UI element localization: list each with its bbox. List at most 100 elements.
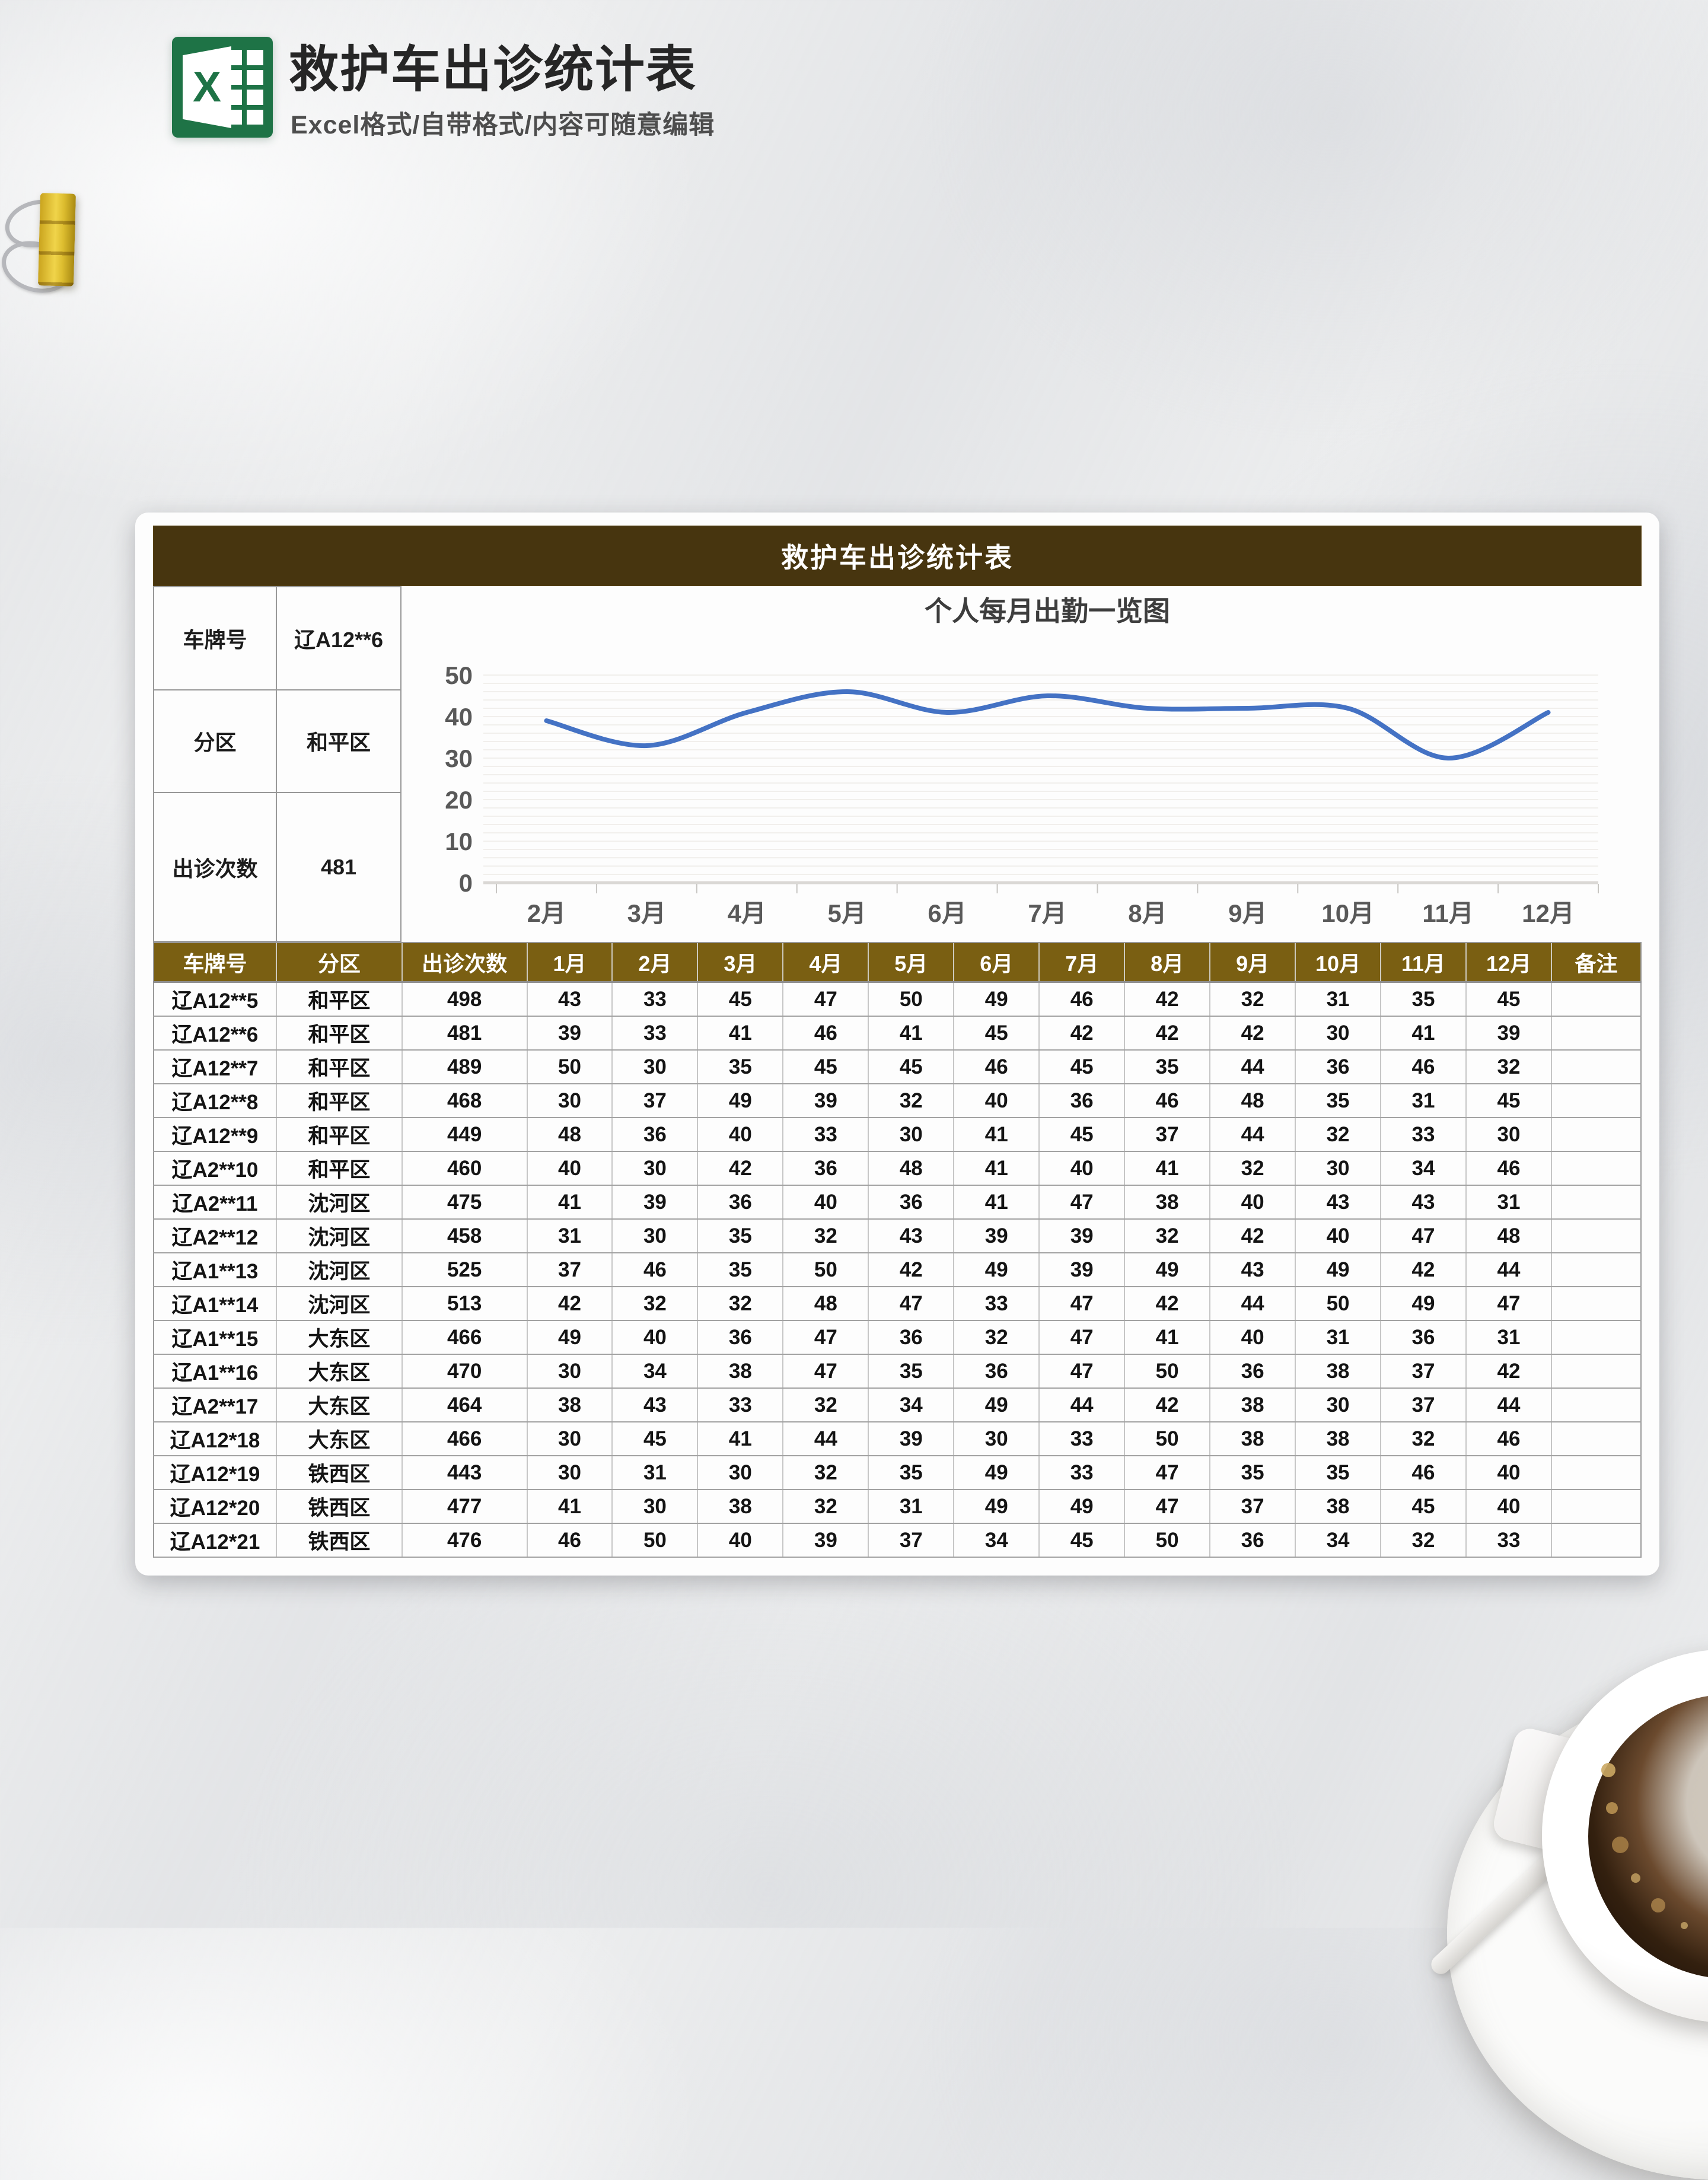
cell-month-value[interactable]: 35	[868, 1354, 954, 1388]
cell-month-value[interactable]: 50	[783, 1253, 868, 1287]
cell-month-value[interactable]: 37	[1381, 1388, 1466, 1422]
cell-note[interactable]	[1551, 1287, 1641, 1320]
cell-plate[interactable]: 辽A12*20	[154, 1490, 276, 1523]
cell-month-value[interactable]: 47	[783, 982, 868, 1017]
cell-month-value[interactable]: 45	[1039, 1050, 1124, 1084]
cell-month-value[interactable]: 30	[954, 1422, 1039, 1456]
cell-month-value[interactable]: 46	[954, 1050, 1039, 1084]
cell-month-value[interactable]: 35	[1210, 1456, 1295, 1490]
cell-month-value[interactable]: 31	[868, 1490, 954, 1523]
cell-district[interactable]: 和平区	[276, 1084, 402, 1118]
cell-month-value[interactable]: 43	[1210, 1253, 1295, 1287]
cell-month-value[interactable]: 46	[1039, 982, 1124, 1017]
cell-month-value[interactable]: 30	[527, 1354, 613, 1388]
cell-note[interactable]	[1551, 1151, 1641, 1185]
cell-total[interactable]: 449	[402, 1118, 527, 1151]
cell-district[interactable]: 大东区	[276, 1354, 402, 1388]
cell-month-value[interactable]: 34	[954, 1523, 1039, 1557]
cell-month-value[interactable]: 44	[1039, 1388, 1124, 1422]
cell-month-value[interactable]: 33	[954, 1287, 1039, 1320]
cell-month-value[interactable]: 32	[783, 1388, 868, 1422]
cell-month-value[interactable]: 31	[612, 1456, 697, 1490]
cell-month-value[interactable]: 42	[1124, 982, 1210, 1017]
cell-plate[interactable]: 辽A12*18	[154, 1422, 276, 1456]
cell-month-value[interactable]: 41	[868, 1016, 954, 1050]
cell-month-value[interactable]: 39	[1039, 1253, 1124, 1287]
cell-month-value[interactable]: 39	[954, 1219, 1039, 1253]
cell-month-value[interactable]: 35	[697, 1050, 783, 1084]
cell-month-value[interactable]: 34	[1381, 1151, 1466, 1185]
cell-month-value[interactable]: 30	[1295, 1151, 1381, 1185]
cell-month-value[interactable]: 49	[954, 1388, 1039, 1422]
cell-month-value[interactable]: 31	[1381, 1084, 1466, 1118]
cell-total[interactable]: 443	[402, 1456, 527, 1490]
cell-total[interactable]: 475	[402, 1185, 527, 1219]
cell-month-value[interactable]: 38	[697, 1354, 783, 1388]
cell-month-value[interactable]: 48	[1210, 1084, 1295, 1118]
cell-month-value[interactable]: 45	[1039, 1523, 1124, 1557]
cell-month-value[interactable]: 40	[527, 1151, 613, 1185]
cell-month-value[interactable]: 49	[954, 1490, 1039, 1523]
cell-district[interactable]: 沈河区	[276, 1253, 402, 1287]
cell-month-value[interactable]: 37	[1381, 1354, 1466, 1388]
cell-month-value[interactable]: 32	[1210, 1151, 1295, 1185]
cell-month-value[interactable]: 44	[783, 1422, 868, 1456]
cell-total[interactable]: 470	[402, 1354, 527, 1388]
cell-month-value[interactable]: 41	[527, 1185, 613, 1219]
cell-month-value[interactable]: 40	[697, 1118, 783, 1151]
cell-month-value[interactable]: 40	[783, 1185, 868, 1219]
cell-month-value[interactable]: 47	[1124, 1490, 1210, 1523]
cell-month-value[interactable]: 45	[1381, 1490, 1466, 1523]
cell-month-value[interactable]: 49	[1124, 1253, 1210, 1287]
info-value[interactable]: 辽A12**6	[277, 587, 401, 689]
cell-month-value[interactable]: 33	[1381, 1118, 1466, 1151]
cell-month-value[interactable]: 32	[954, 1320, 1039, 1354]
cell-month-value[interactable]: 49	[697, 1084, 783, 1118]
cell-month-value[interactable]: 30	[1466, 1118, 1551, 1151]
cell-month-value[interactable]: 48	[1466, 1219, 1551, 1253]
cell-month-value[interactable]: 39	[612, 1185, 697, 1219]
cell-month-value[interactable]: 30	[612, 1219, 697, 1253]
cell-total[interactable]: 513	[402, 1287, 527, 1320]
cell-plate[interactable]: 辽A1**13	[154, 1253, 276, 1287]
cell-note[interactable]	[1551, 1320, 1641, 1354]
cell-month-value[interactable]: 35	[1381, 982, 1466, 1017]
cell-month-value[interactable]: 33	[612, 982, 697, 1017]
cell-month-value[interactable]: 36	[1295, 1050, 1381, 1084]
cell-month-value[interactable]: 31	[1295, 1320, 1381, 1354]
cell-note[interactable]	[1551, 1185, 1641, 1219]
cell-note[interactable]	[1551, 1253, 1641, 1287]
cell-month-value[interactable]: 40	[1039, 1151, 1124, 1185]
cell-month-value[interactable]: 33	[697, 1388, 783, 1422]
cell-total[interactable]: 489	[402, 1050, 527, 1084]
cell-month-value[interactable]: 41	[527, 1490, 613, 1523]
cell-month-value[interactable]: 37	[1124, 1118, 1210, 1151]
cell-month-value[interactable]: 46	[1124, 1084, 1210, 1118]
cell-total[interactable]: 466	[402, 1320, 527, 1354]
cell-month-value[interactable]: 32	[783, 1456, 868, 1490]
cell-month-value[interactable]: 37	[1210, 1490, 1295, 1523]
cell-month-value[interactable]: 49	[1381, 1287, 1466, 1320]
cell-month-value[interactable]: 34	[612, 1354, 697, 1388]
cell-month-value[interactable]: 36	[783, 1151, 868, 1185]
cell-month-value[interactable]: 30	[612, 1151, 697, 1185]
cell-month-value[interactable]: 45	[954, 1016, 1039, 1050]
cell-month-value[interactable]: 44	[1466, 1388, 1551, 1422]
cell-month-value[interactable]: 45	[1039, 1118, 1124, 1151]
cell-month-value[interactable]: 39	[1039, 1219, 1124, 1253]
cell-month-value[interactable]: 32	[1381, 1523, 1466, 1557]
cell-plate[interactable]: 辽A1**14	[154, 1287, 276, 1320]
cell-month-value[interactable]: 50	[868, 982, 954, 1017]
cell-month-value[interactable]: 37	[527, 1253, 613, 1287]
cell-month-value[interactable]: 36	[1210, 1523, 1295, 1557]
cell-month-value[interactable]: 48	[527, 1118, 613, 1151]
cell-total[interactable]: 468	[402, 1084, 527, 1118]
cell-total[interactable]: 481	[402, 1016, 527, 1050]
cell-month-value[interactable]: 40	[697, 1523, 783, 1557]
cell-month-value[interactable]: 41	[954, 1151, 1039, 1185]
cell-district[interactable]: 铁西区	[276, 1490, 402, 1523]
cell-note[interactable]	[1551, 1490, 1641, 1523]
cell-month-value[interactable]: 35	[1124, 1050, 1210, 1084]
cell-plate[interactable]: 辽A12**8	[154, 1084, 276, 1118]
cell-month-value[interactable]: 40	[954, 1084, 1039, 1118]
